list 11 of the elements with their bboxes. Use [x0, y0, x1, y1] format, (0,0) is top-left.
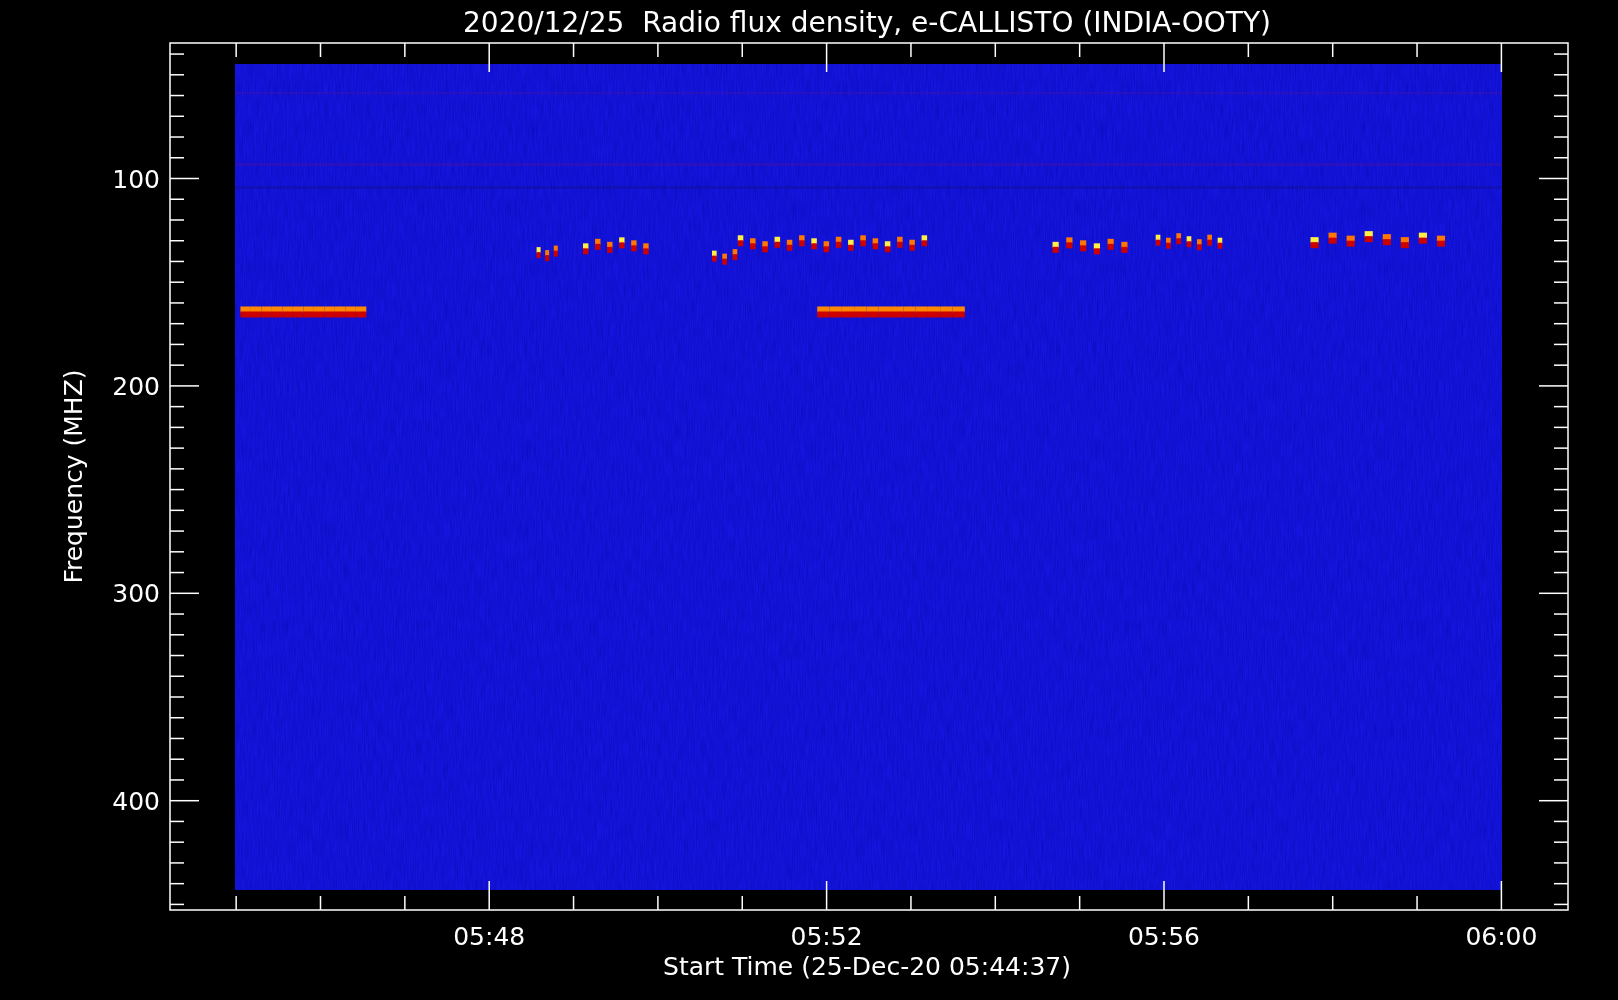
y-tick-label: 100 [112, 164, 160, 194]
x-tick-label: 05:56 [1128, 922, 1200, 951]
y-tick-label: 400 [112, 786, 160, 816]
chart-title: 2020/12/25 Radio flux density, e-CALLISTO (INDIA-OOTY) [463, 6, 1271, 39]
x-tick-label: 05:48 [453, 922, 526, 951]
y-tick-label: 300 [112, 579, 160, 609]
x-tick-label: 05:52 [790, 922, 863, 951]
x-tick-label: 06:00 [1465, 922, 1538, 951]
x-axis-label: Start Time (25-Dec-20 05:44:37) [663, 952, 1071, 981]
y-axis-label: Frequency (MHZ) [59, 369, 88, 584]
y-tick-label: 200 [112, 371, 160, 401]
